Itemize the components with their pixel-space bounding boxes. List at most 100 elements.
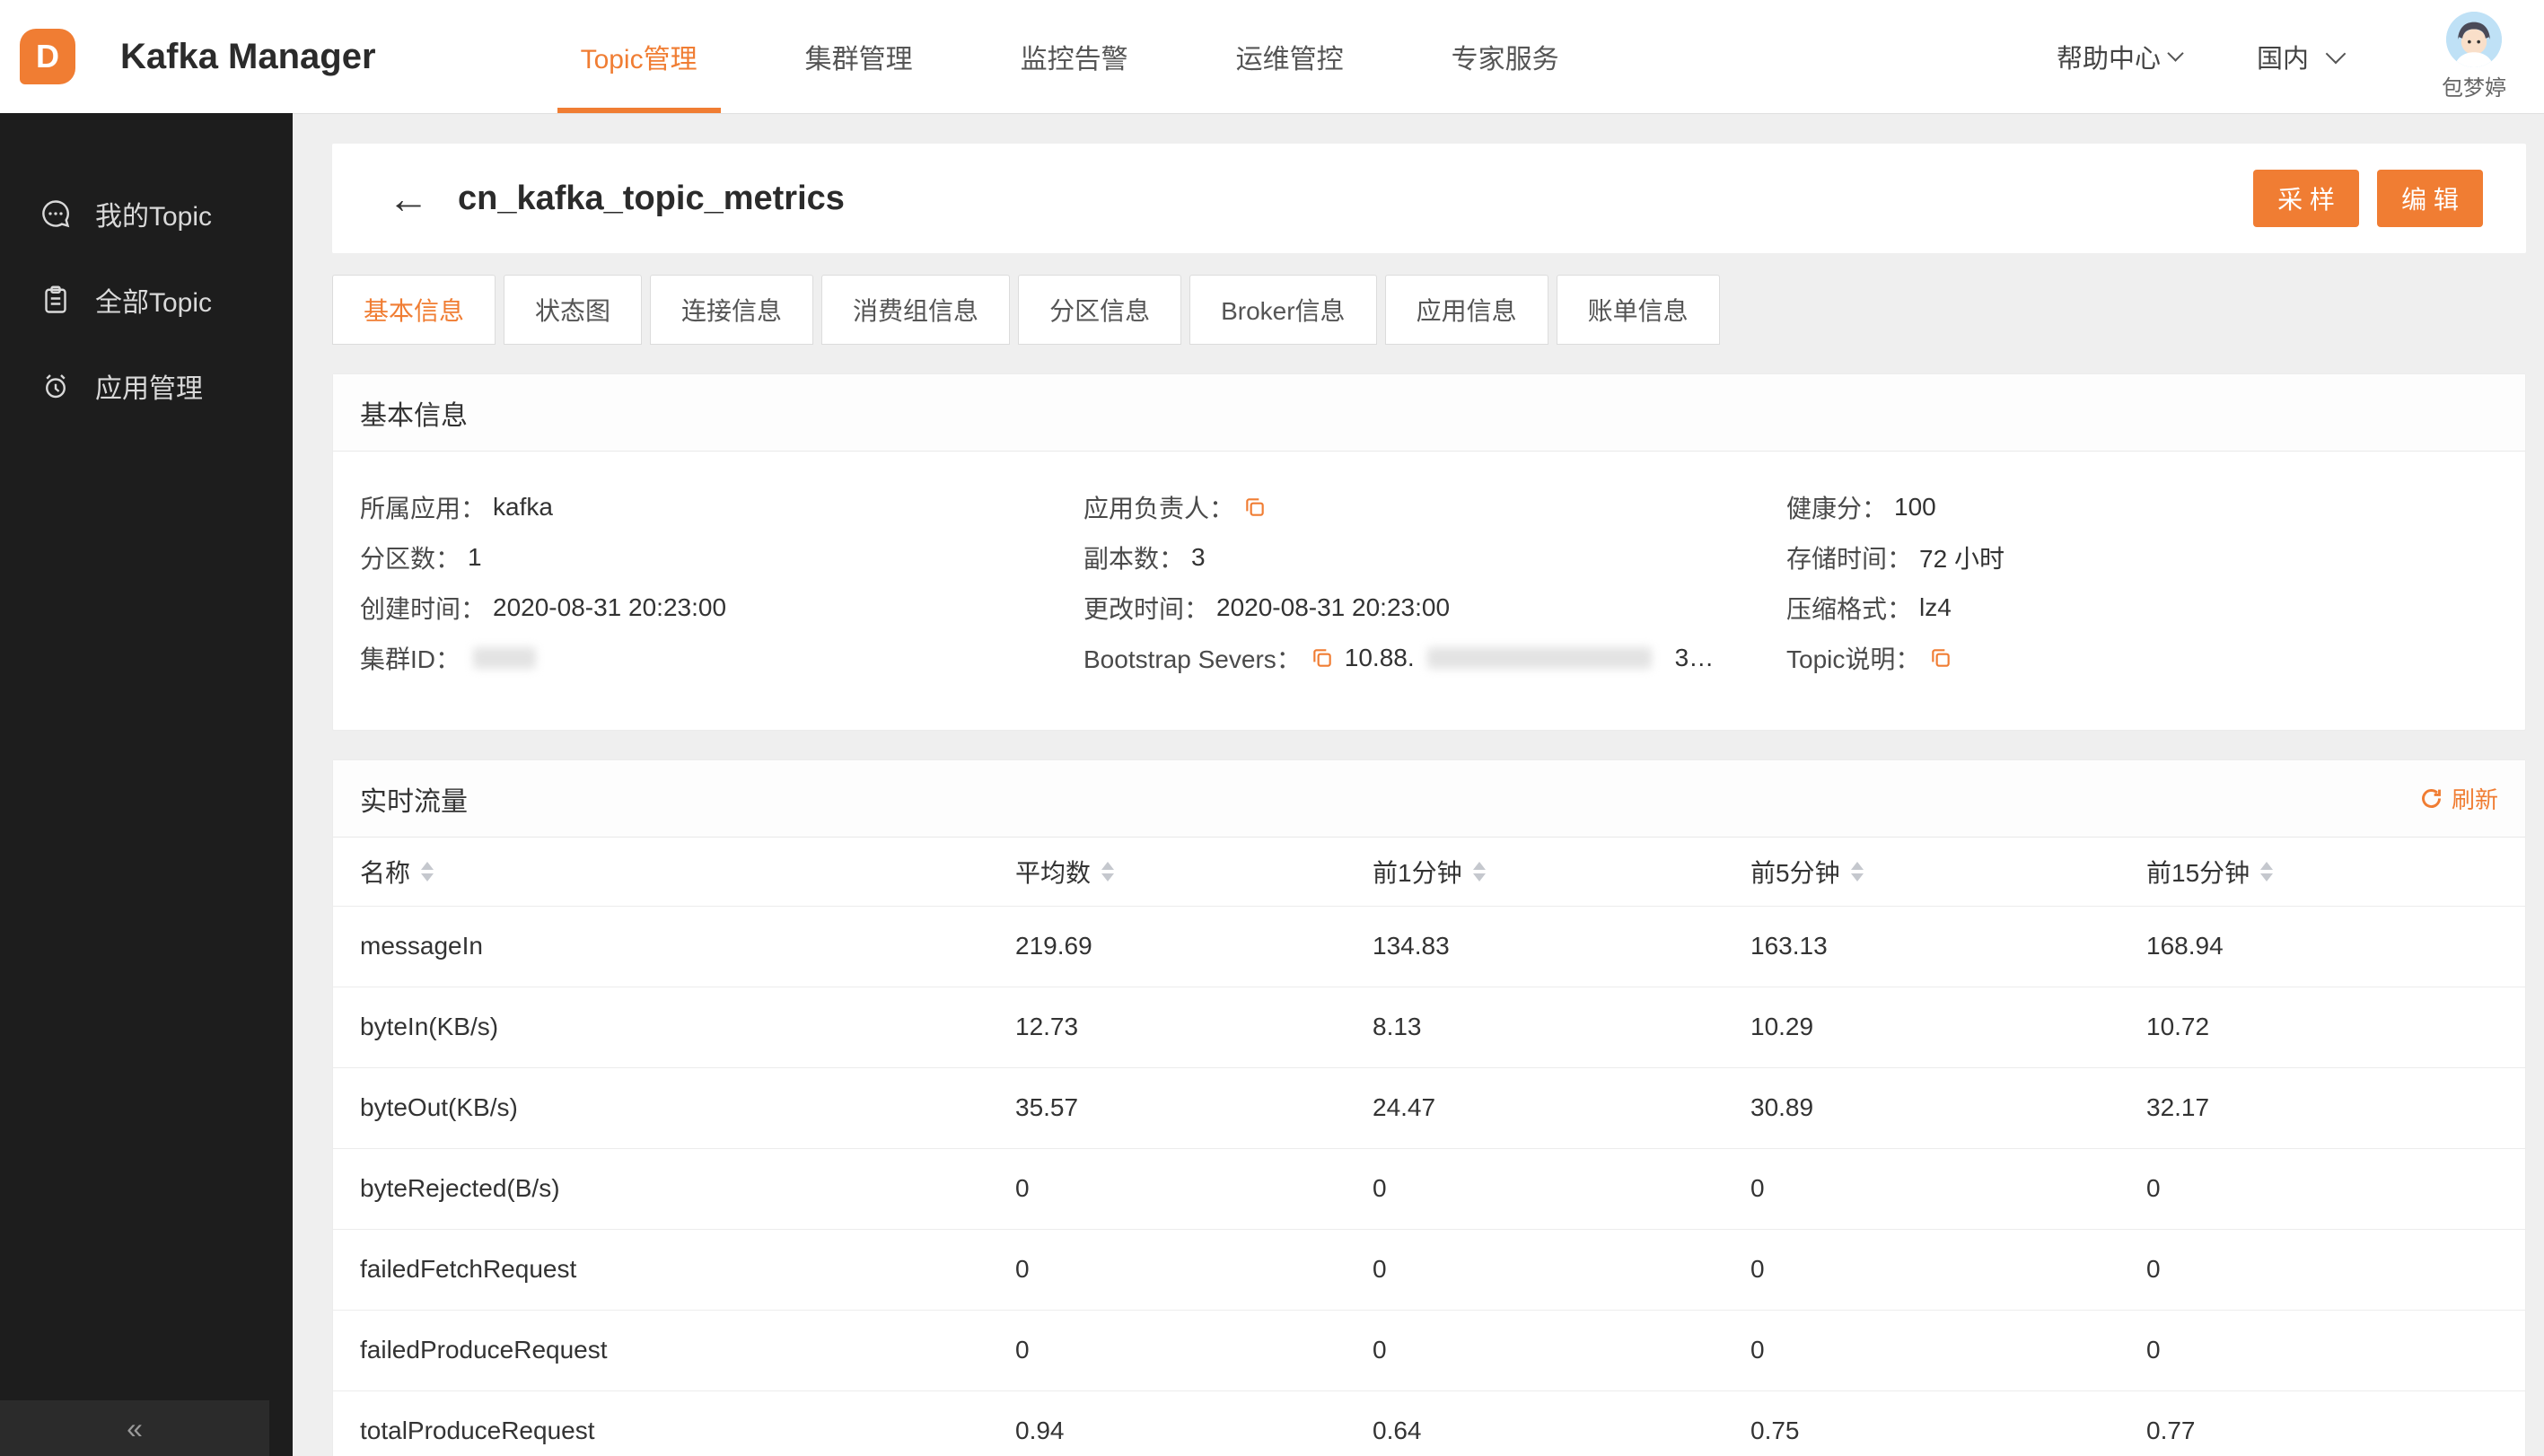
sidebar-collapse-button[interactable]: «: [0, 1400, 269, 1456]
metric-value: 10.29: [1750, 987, 2146, 1068]
section-title: 基本信息: [360, 400, 468, 431]
metric-value: 168.94: [2146, 906, 2525, 987]
nav-item-topic[interactable]: Topic管理: [527, 0, 751, 113]
metric-name: messageIn: [333, 906, 1015, 987]
region-label: 国内: [2256, 45, 2309, 74]
field-label: Topic说明：: [1786, 645, 1921, 673]
help-center-menu[interactable]: 帮助中心: [2057, 38, 2184, 75]
sort-icon[interactable]: [2260, 861, 2274, 881]
field-value: 3: [1191, 543, 1206, 571]
edit-button[interactable]: 编 辑: [2377, 170, 2483, 227]
nav-item-cluster[interactable]: 集群管理: [751, 0, 967, 113]
tab-connection-info[interactable]: 连接信息: [650, 275, 814, 345]
field-partition-count: 分区数： 1: [360, 543, 1083, 573]
metric-name: byteRejected(B/s): [333, 1148, 1015, 1230]
metric-value: 0: [1750, 1310, 2146, 1391]
metric-value: 0: [1750, 1148, 2146, 1230]
basic-info-card-header: 基本信息: [333, 374, 2525, 452]
field-label: 应用负责人：: [1083, 495, 1235, 522]
sidebar-item-all-topic[interactable]: 全部Topic: [0, 257, 293, 343]
field-value-extra: 3…: [1674, 644, 1715, 671]
metric-value: 0: [1015, 1148, 1373, 1230]
copy-icon[interactable]: [1929, 646, 1952, 670]
redacted-value: [473, 647, 537, 669]
tab-app-info[interactable]: 应用信息: [1384, 275, 1548, 345]
user-profile[interactable]: 包梦婷: [2442, 12, 2506, 101]
nav-item-expert[interactable]: 专家服务: [1398, 0, 1613, 113]
header-right: 帮助中心 国内 包梦婷: [2057, 12, 2544, 101]
metric-value: 32.17: [2146, 1067, 2525, 1149]
field-app-owner: 应用负责人：: [1083, 493, 1786, 522]
chevron-down-icon: [2167, 45, 2184, 62]
field-value: 72 小时: [1919, 545, 2004, 573]
metric-value: 219.69: [1015, 906, 1373, 987]
page-header-card: ← cn_kafka_topic_metrics 采 样 编 辑: [332, 144, 2526, 253]
metric-value: 35.57: [1015, 1067, 1373, 1149]
section-title: 实时流量: [360, 786, 468, 817]
redacted-value: [1426, 647, 1652, 669]
nav-item-monitor[interactable]: 监控告警: [967, 0, 1182, 113]
copy-icon[interactable]: [1243, 496, 1267, 519]
column-header-1min: 前1分钟: [1373, 838, 1750, 907]
metric-value: 30.89: [1750, 1067, 2146, 1149]
copy-icon[interactable]: [1311, 646, 1334, 670]
sidebar-item-label: 全部Topic: [95, 288, 213, 318]
field-bootstrap-servers: Bootstrap Severs： 10.88. 3…: [1083, 644, 1786, 673]
field-owner-app: 所属应用： kafka: [360, 493, 1083, 522]
metric-value: 0: [1373, 1310, 1750, 1391]
refresh-button[interactable]: 刷新: [2419, 782, 2498, 815]
sort-icon[interactable]: [1472, 861, 1486, 881]
sidebar-item-app-manage[interactable]: 应用管理: [0, 343, 293, 429]
realtime-traffic-card: 实时流量 刷新 名称 平均数 前1分钟 前5分钟 前15分钟 messageIn…: [332, 759, 2526, 1456]
sample-button[interactable]: 采 样: [2253, 170, 2359, 227]
region-selector[interactable]: 国内: [2256, 38, 2347, 75]
basic-info-card: 基本信息 所属应用： kafka 应用负责人： 健康分： 100 分区数： 1 …: [332, 373, 2526, 731]
metric-value: 0.64: [1373, 1390, 1750, 1456]
sort-icon[interactable]: [1850, 861, 1864, 881]
app-logo-icon[interactable]: D: [20, 29, 75, 84]
table-row: failedProduceRequest 0 0 0 0: [333, 1310, 2525, 1391]
tab-status-chart[interactable]: 状态图: [504, 275, 643, 345]
main-content: ← cn_kafka_topic_metrics 采 样 编 辑 基本信息 状态…: [293, 113, 2544, 1456]
field-value: kafka: [493, 493, 553, 521]
metric-value: 0: [1373, 1148, 1750, 1230]
metric-name: failedFetchRequest: [333, 1229, 1015, 1311]
field-label: Bootstrap Severs：: [1083, 645, 1302, 673]
user-name: 包梦婷: [2442, 76, 2506, 101]
table-row: failedFetchRequest 0 0 0 0: [333, 1229, 2525, 1311]
sidebar-menu: 我的Topic 全部Topic 应用管理: [0, 113, 293, 429]
back-button[interactable]: ←: [388, 178, 429, 219]
basic-info-body: 所属应用： kafka 应用负责人： 健康分： 100 分区数： 1 副本数： …: [333, 452, 2525, 730]
column-header-5min: 前5分钟: [1750, 838, 2146, 907]
tab-basic-info[interactable]: 基本信息: [332, 275, 496, 345]
avatar: [2446, 12, 2502, 67]
chat-icon: [42, 200, 70, 228]
column-header-15min: 前15分钟: [2146, 838, 2525, 907]
tab-partition-info[interactable]: 分区信息: [1018, 275, 1182, 345]
sidebar-item-my-topic[interactable]: 我的Topic: [0, 171, 293, 257]
tab-consumer-group-info[interactable]: 消费组信息: [821, 275, 1011, 345]
metric-value: 0: [1373, 1229, 1750, 1311]
field-modify-time: 更改时间： 2020-08-31 20:23:00: [1083, 593, 1786, 623]
refresh-label: 刷新: [2451, 786, 2498, 813]
tab-broker-info[interactable]: Broker信息: [1189, 275, 1377, 345]
basic-info-grid: 所属应用： kafka 应用负责人： 健康分： 100 分区数： 1 副本数： …: [360, 493, 2525, 673]
metric-value: 0.75: [1750, 1390, 2146, 1456]
metric-value: 0: [1015, 1310, 1373, 1391]
nav-item-ops[interactable]: 运维管控: [1182, 0, 1398, 113]
field-value: 100: [1894, 493, 1936, 521]
metric-value: 0: [1015, 1229, 1373, 1311]
sort-icon[interactable]: [421, 861, 434, 881]
sidebar-item-label: 应用管理: [95, 374, 203, 404]
collapse-icon: «: [127, 1411, 143, 1444]
table-row: byteRejected(B/s) 0 0 0 0: [333, 1148, 2525, 1230]
field-topic-description: Topic说明：: [1786, 644, 2525, 673]
sort-icon[interactable]: [1101, 861, 1115, 881]
page-actions: 采 样 编 辑: [2253, 170, 2483, 227]
table-header-row: 名称 平均数 前1分钟 前5分钟 前15分钟: [333, 838, 2525, 907]
tab-bill-info[interactable]: 账单信息: [1556, 275, 1720, 345]
field-label: 创建时间：: [360, 595, 487, 623]
sidebar: 我的Topic 全部Topic 应用管理 «: [0, 113, 293, 1456]
metrics-table: 名称 平均数 前1分钟 前5分钟 前15分钟 messageIn 219.69 …: [333, 838, 2525, 1456]
chevron-down-icon: [2325, 43, 2347, 64]
